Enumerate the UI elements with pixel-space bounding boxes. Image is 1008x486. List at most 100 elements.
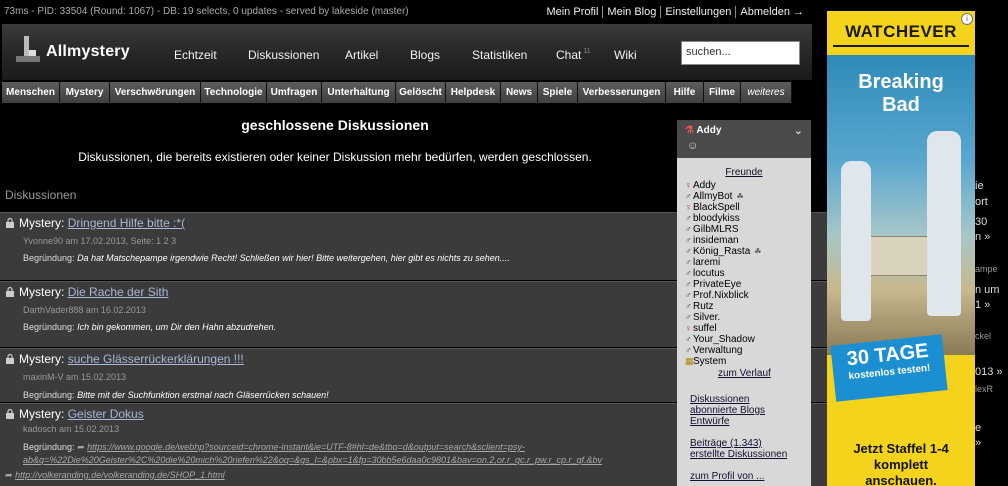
friend-item[interactable]: ♂GilbMLRS <box>685 224 811 235</box>
nav-blogs[interactable]: Blogs <box>410 48 440 62</box>
nav-diskussionen[interactable]: Diskussionen <box>248 48 319 62</box>
thread-link[interactable]: Dringend Hilfe bitte :*( <box>68 216 185 230</box>
category-geloescht[interactable]: Gelöscht <box>396 82 446 103</box>
link-posts[interactable]: Beiträge (1.343) <box>690 438 811 449</box>
male-icon: ♂ <box>685 191 692 201</box>
logout-link[interactable]: Abmelden → <box>735 6 808 18</box>
ad-title-line1: Breaking <box>858 71 944 93</box>
server-info: 73ms - PID: 33504 (Round: 1067) - DB: 19… <box>4 6 409 17</box>
my-profile-link[interactable]: Mein Profil <box>542 6 602 18</box>
settings-link[interactable]: Einstellungen <box>660 6 735 18</box>
lock-icon <box>6 354 14 364</box>
lock-icon <box>6 409 14 419</box>
ad-info-icon[interactable]: i <box>961 13 973 25</box>
category-unterhaltung[interactable]: Unterhaltung <box>322 82 396 103</box>
thread-category: Mystery: <box>19 407 65 421</box>
clipped-text: ckel <box>975 331 992 341</box>
thread-reason: Begründung: Da hat Matschepampe irgendwi… <box>23 253 510 263</box>
friends-title[interactable]: Freunde <box>677 167 811 178</box>
friend-item[interactable]: ♂König_Rasta ☘ <box>685 246 811 257</box>
friend-item[interactable]: ♂insideman <box>685 235 811 246</box>
friend-item[interactable]: ♂laremi <box>685 257 811 268</box>
thread-meta: maxinM-V am 15.02.2013 <box>23 372 127 382</box>
user-links: Mein Profil Mein Blog Einstellungen Abme… <box>542 6 808 18</box>
category-verschwoerungen[interactable]: Verschwörungen <box>110 82 201 103</box>
friend-name: PrivateEye <box>693 279 742 290</box>
friend-item[interactable]: ♂Your_Shadow <box>685 334 811 345</box>
reason-label: Begründung: <box>23 253 75 263</box>
category-technologie[interactable]: Technologie <box>201 82 267 103</box>
friend-item[interactable]: ♀BlackSpell <box>685 202 811 213</box>
link-drafts[interactable]: Entwürfe <box>690 416 811 427</box>
category-umfragen[interactable]: Umfragen <box>267 82 322 103</box>
category-filme[interactable]: Filme <box>704 82 741 103</box>
ad-figure-right <box>927 131 961 316</box>
link-subscribed-blogs[interactable]: abonnierte Blogs <box>690 405 811 416</box>
friend-item[interactable]: ♂bloodykiss <box>685 213 811 224</box>
nav-echtzeit[interactable]: Echtzeit <box>174 48 217 62</box>
panel-username: ⚗ Addy <box>685 125 721 136</box>
friend-item[interactable]: ♂AllmyBot ☘ <box>685 191 811 202</box>
friend-name: System <box>693 356 727 367</box>
reason-label: Begründung: <box>23 442 75 452</box>
friend-name: Rutz <box>693 301 714 312</box>
advertisement[interactable]: WATCHEVER i Breaking Bad 30 TAGE kostenl… <box>827 11 975 486</box>
nav-artikel[interactable]: Artikel <box>345 48 378 62</box>
site-logo[interactable]: Allmystery <box>46 43 130 61</box>
thread-link[interactable]: suche Glässerrückerklärungen !!! <box>68 352 244 366</box>
friend-name: Silver. <box>693 312 721 323</box>
panel-user-header[interactable]: ⚗ Addy ⌄ ☺ <box>677 120 811 158</box>
link-created-discussions[interactable]: erstellte Diskussionen <box>690 449 811 460</box>
thread-meta: DarthVader888 am 16.02.2013 <box>23 305 146 315</box>
friend-item[interactable]: ♂Verwaltung <box>685 345 811 356</box>
category-mystery[interactable]: Mystery <box>60 82 110 103</box>
friend-item[interactable]: ▦System <box>685 356 811 367</box>
panel-links: Diskussionen abonnierte Blogs Entwürfe B… <box>690 394 811 482</box>
category-hilfe[interactable]: Hilfe <box>666 82 704 103</box>
thread-reason: Begründung: Bitte mit der Suchfunktion e… <box>23 390 329 400</box>
nav-chat[interactable]: Chat 11 <box>556 48 591 62</box>
friend-item[interactable]: ♂Silver. <box>685 312 811 323</box>
thread-category: Mystery: <box>19 216 65 230</box>
friend-item[interactable]: ♀Addy <box>685 180 811 191</box>
friend-name: BlackSpell <box>693 202 740 213</box>
friend-item[interactable]: ♂PrivateEye <box>685 279 811 290</box>
thread-link[interactable]: Die Rache der Sith <box>68 285 169 299</box>
friend-item[interactable]: ♂locutus <box>685 268 811 279</box>
chat-count-badge: 11 <box>583 48 591 55</box>
friend-item[interactable]: ♂Rutz <box>685 301 811 312</box>
clipped-text: n » <box>975 231 991 243</box>
chevron-down-icon[interactable]: ⌄ <box>794 124 803 137</box>
reason-url-link[interactable]: http://volkeranding.de/volkeranding.de/S… <box>15 470 225 480</box>
reason-label: Begründung: <box>23 322 75 332</box>
friend-name: Verwaltung <box>693 345 743 356</box>
link-discussions[interactable]: Diskussionen <box>690 394 811 405</box>
ad-figure-left <box>841 161 871 321</box>
history-link[interactable]: zum Verlauf <box>718 368 811 379</box>
male-icon: ♂ <box>685 257 692 267</box>
clipped-text: e <box>975 422 982 434</box>
category-weiteres[interactable]: weiteres <box>741 82 792 103</box>
nav-statistiken[interactable]: Statistiken <box>472 48 527 62</box>
reason-label: Begründung: <box>23 390 75 400</box>
friend-name: laremi <box>693 257 721 268</box>
nav-wiki[interactable]: Wiki <box>614 48 637 62</box>
category-helpdesk[interactable]: Helpdesk <box>446 82 501 103</box>
link-profile[interactable]: zum Profil von ... <box>690 471 811 482</box>
reason-url-link[interactable]: ab&q=%22Die%20Geister%2C%20die%20mich%20… <box>23 455 602 465</box>
clipped-text: 013 » <box>975 366 1003 378</box>
category-spiele[interactable]: Spiele <box>538 82 578 103</box>
reason-url-link[interactable]: https://www.google.de/webhp?sourceid=chr… <box>87 442 525 452</box>
category-verbesserungen[interactable]: Verbesserungen <box>578 82 666 103</box>
category-news[interactable]: News <box>501 82 538 103</box>
friend-item[interactable]: ♂Prof.Nixblick <box>685 290 811 301</box>
category-menschen[interactable]: Menschen <box>2 82 60 103</box>
friend-item[interactable]: ♀suffel <box>685 323 811 334</box>
search-input[interactable]: suchen... <box>681 41 800 65</box>
thread-meta: kadosch am 15.02.2013 <box>23 424 120 434</box>
reason-text: Ich bin gekommen, um Dir den Hahn abzudr… <box>77 322 277 332</box>
reason-link: ab&q=%22Die%20Geister%2C%20die%20mich%20… <box>23 455 602 465</box>
my-blog-link[interactable]: Mein Blog <box>602 6 660 18</box>
thread-link[interactable]: Geister Dokus <box>68 407 144 421</box>
